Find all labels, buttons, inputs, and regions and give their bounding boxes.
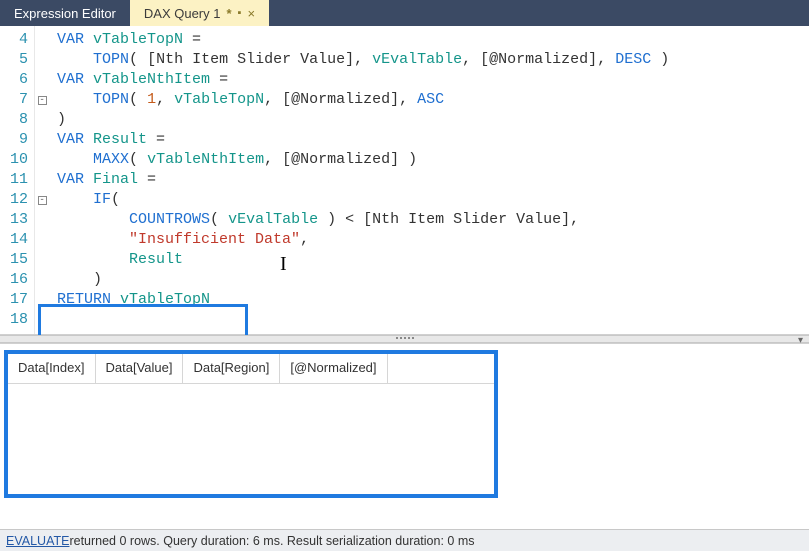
fold-cell <box>35 250 49 270</box>
results-column-header[interactable]: Data[Index] <box>8 354 96 383</box>
code-line[interactable]: VAR vTableTopN = <box>57 30 801 50</box>
line-number: 4 <box>10 30 28 50</box>
fold-toggle-icon[interactable]: - <box>38 96 47 105</box>
fold-cell <box>35 230 49 250</box>
line-number: 7 <box>10 90 28 110</box>
results-column-header[interactable]: Data[Value] <box>96 354 184 383</box>
line-number: 6 <box>10 70 28 90</box>
tab-expression-editor[interactable]: Expression Editor <box>0 0 130 26</box>
code-line[interactable] <box>57 310 801 330</box>
close-icon[interactable]: × <box>247 7 255 20</box>
results-grid[interactable]: Data[Index]Data[Value]Data[Region][@Norm… <box>4 350 498 498</box>
line-number: 15 <box>10 250 28 270</box>
line-number: 17 <box>10 290 28 310</box>
fold-cell <box>35 50 49 70</box>
tab-label: Expression Editor <box>14 6 116 21</box>
code-line[interactable]: ) <box>57 270 801 290</box>
line-number: 16 <box>10 270 28 290</box>
results-column-header[interactable]: Data[Region] <box>183 354 280 383</box>
results-column-header[interactable]: [@Normalized] <box>280 354 387 383</box>
code-line[interactable]: ) <box>57 110 801 130</box>
code-line[interactable]: COUNTROWS( vEvalTable ) < [Nth Item Slid… <box>57 210 801 230</box>
code-line[interactable]: "Insufficient Data", <box>57 230 801 250</box>
code-area[interactable]: VAR vTableTopN = TOPN( [Nth Item Slider … <box>49 26 809 334</box>
code-line[interactable]: TOPN( [Nth Item Slider Value], vEvalTabl… <box>57 50 801 70</box>
fold-cell <box>35 210 49 230</box>
line-number: 18 <box>10 310 28 330</box>
line-number: 14 <box>10 230 28 250</box>
fold-cell <box>35 290 49 310</box>
tab-bar: Expression Editor DAX Query 1 * ▪ × <box>0 0 809 26</box>
fold-cell <box>35 110 49 130</box>
code-editor[interactable]: 456789101112131415161718 -- VAR vTableTo… <box>0 26 809 335</box>
code-line[interactable]: VAR Result = <box>57 130 801 150</box>
status-bar: EVALUATE returned 0 rows. Query duration… <box>0 529 809 551</box>
horizontal-splitter[interactable]: ▾ <box>0 335 809 343</box>
fold-cell[interactable]: - <box>35 90 49 110</box>
tab-dax-query[interactable]: DAX Query 1 * ▪ × <box>130 0 269 26</box>
status-text: returned 0 rows. Query duration: 6 ms. R… <box>69 534 474 548</box>
fold-cell <box>35 30 49 50</box>
code-line[interactable]: TOPN( 1, vTableTopN, [@Normalized], ASC <box>57 90 801 110</box>
code-line[interactable]: MAXX( vTableNthItem, [@Normalized] ) <box>57 150 801 170</box>
tab-dirty-indicator: * <box>226 6 231 21</box>
splitter-grip-icon <box>390 337 420 341</box>
line-number: 13 <box>10 210 28 230</box>
code-line[interactable]: VAR Final = <box>57 170 801 190</box>
line-number: 12 <box>10 190 28 210</box>
fold-cell <box>35 150 49 170</box>
pin-icon[interactable]: ▪ <box>238 7 242 19</box>
results-header-row: Data[Index]Data[Value]Data[Region][@Norm… <box>8 354 494 384</box>
tab-label: DAX Query 1 <box>144 6 221 21</box>
code-line[interactable]: VAR vTableNthItem = <box>57 70 801 90</box>
code-line[interactable]: Result <box>57 250 801 270</box>
fold-cell <box>35 130 49 150</box>
fold-cell <box>35 310 49 330</box>
fold-column[interactable]: -- <box>35 26 49 334</box>
code-line[interactable]: IF( <box>57 190 801 210</box>
line-number-gutter: 456789101112131415161718 <box>0 26 35 334</box>
fold-cell <box>35 70 49 90</box>
results-panel: Data[Index]Data[Value]Data[Region][@Norm… <box>0 343 809 529</box>
fold-toggle-icon[interactable]: - <box>38 196 47 205</box>
evaluate-link[interactable]: EVALUATE <box>6 534 69 548</box>
fold-cell <box>35 270 49 290</box>
line-number: 8 <box>10 110 28 130</box>
line-number: 10 <box>10 150 28 170</box>
fold-cell[interactable]: - <box>35 190 49 210</box>
line-number: 11 <box>10 170 28 190</box>
code-line[interactable]: RETURN vTableTopN <box>57 290 801 310</box>
line-number: 9 <box>10 130 28 150</box>
fold-cell <box>35 170 49 190</box>
line-number: 5 <box>10 50 28 70</box>
